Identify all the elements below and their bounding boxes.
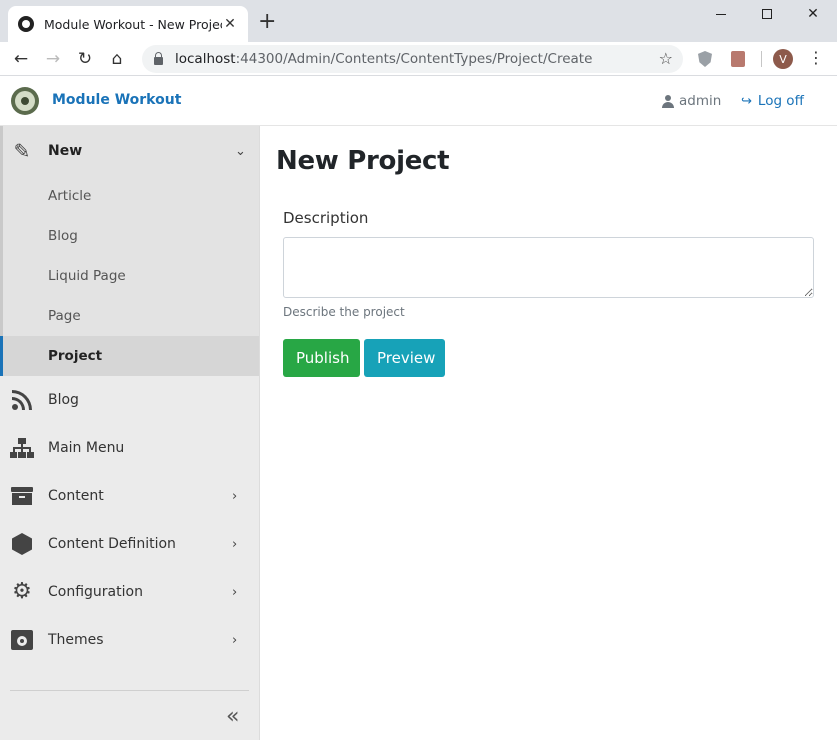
logo-icon[interactable] [11,87,39,115]
submenu-item-liquid-page[interactable]: Liquid Page [0,256,259,296]
sidebar-item-content[interactable]: Content › [0,472,259,520]
menu-icon[interactable]: ⋮ [808,48,824,67]
logoff-link[interactable]: ↪ Log off [741,93,804,109]
theme-icon [10,628,34,652]
chevron-right-icon: › [232,632,238,648]
sidebar-item-label: Content Definition [48,536,176,552]
sidebar-item-main-menu[interactable]: Main Menu [0,424,259,472]
logoff-label: Log off [757,93,804,109]
forward-icon[interactable]: → [40,46,66,72]
submenu-item-article[interactable]: Article [0,176,259,216]
toolbar-divider [761,51,762,67]
user-name: admin [679,93,722,109]
sidebar-item-label: Themes [48,632,104,648]
sidebar-item-content-definition[interactable]: Content Definition › [0,520,259,568]
new-submenu: Article Blog Liquid Page Page Project [0,176,259,376]
archive-icon [10,484,34,508]
sidebar-item-themes[interactable]: Themes › [0,616,259,664]
page-title: New Project [276,146,450,176]
description-hint: Describe the project [283,305,405,319]
rss-icon [10,388,34,412]
sidebar-item-configuration[interactable]: ⚙ Configuration › [0,568,259,616]
browser-toolbar: ← → ↻ ⌂ localhost:44300/Admin/Contents/C… [0,42,837,76]
edit-icon: ✎ [13,139,31,163]
sidebar-item-blog[interactable]: Blog [0,376,259,424]
publish-button[interactable]: Publish [283,339,360,377]
main-content: New Project Description Describe the pro… [260,126,837,740]
sitemap-icon [10,436,34,460]
sidebar-divider [10,690,249,691]
shield-extension-icon[interactable] [698,51,712,67]
address-bar[interactable]: localhost:44300/Admin/Contents/ContentTy… [142,45,683,73]
chevron-right-icon: › [232,536,238,552]
window-close-button[interactable]: ✕ [790,0,836,28]
app-header: Module Workout admin ↪ Log off [0,76,837,126]
browser-titlebar: Module Workout - New Project ✕ + ✕ [0,0,837,42]
star-icon[interactable]: ☆ [659,49,673,68]
submenu-item-blog[interactable]: Blog [0,216,259,256]
profile-avatar[interactable]: V [773,49,793,69]
sidebar-item-label: Main Menu [48,440,125,456]
chevron-down-icon: ⌄ [235,143,246,159]
browser-tab[interactable]: Module Workout - New Project ✕ [8,6,248,42]
url-text: localhost:44300/Admin/Contents/ContentTy… [175,51,592,67]
description-label: Description [283,209,369,227]
user-icon [662,94,674,108]
lock-icon [154,52,163,65]
brand-link[interactable]: Module Workout [52,92,181,108]
gear-icon: ⚙ [12,579,32,604]
sidebar-item-label: Blog [48,392,79,408]
preview-button[interactable]: Preview [364,339,445,377]
sidebar-item-label: New [48,143,83,159]
user-menu[interactable]: admin [662,93,721,109]
sidebar-item-label: Configuration [48,584,143,600]
collapse-sidebar-icon[interactable]: « [226,704,239,729]
sidebar-item-new[interactable]: ✎ New ⌄ [0,126,259,176]
sidebar: ✎ New ⌄ Article Blog Liquid Page Page Pr… [0,126,260,740]
favicon-icon [18,16,34,32]
window-minimize-button[interactable] [698,0,744,28]
tab-title: Module Workout - New Project [44,16,222,32]
new-tab-plus-icon[interactable]: + [258,10,276,34]
tab-close-icon[interactable]: ✕ [222,16,238,32]
sidebar-item-label: Content [48,488,104,504]
window-maximize-button[interactable] [744,0,790,28]
pdf-extension-icon[interactable] [731,51,745,67]
url-path: :44300/Admin/Contents/ContentTypes/Proje… [235,51,593,67]
back-icon[interactable]: ← [8,46,34,72]
home-icon[interactable]: ⌂ [104,46,130,72]
cube-icon [10,532,34,556]
description-textarea[interactable] [283,237,814,298]
chevron-right-icon: › [232,488,238,504]
sign-out-icon: ↪ [741,93,752,109]
chevron-right-icon: › [232,584,238,600]
submenu-item-page[interactable]: Page [0,296,259,336]
reload-icon[interactable]: ↻ [72,46,98,72]
url-host: localhost [175,51,236,67]
submenu-item-project[interactable]: Project [0,336,259,376]
